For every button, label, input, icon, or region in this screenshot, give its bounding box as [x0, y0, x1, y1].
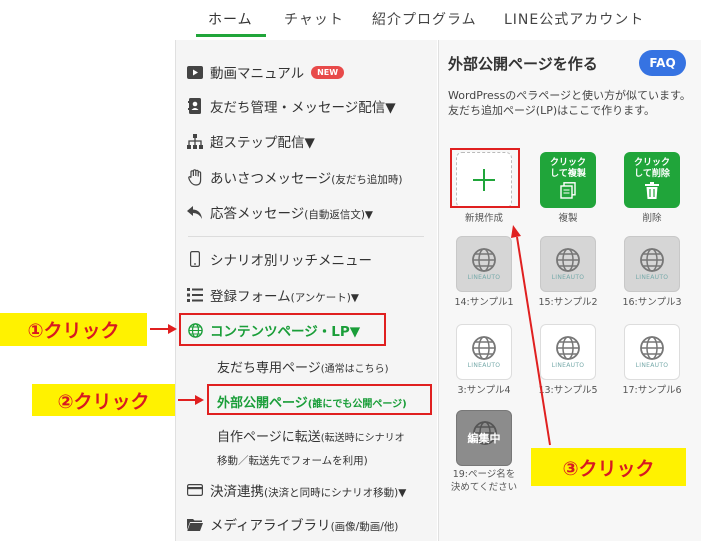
globe-icon — [472, 336, 496, 360]
callout-step1: ①クリック — [0, 313, 147, 346]
page-label: 15:サンプル2 — [538, 297, 598, 308]
trash-icon — [645, 182, 659, 199]
divider — [188, 236, 424, 237]
page-tile-editing[interactable]: 編集中 — [456, 410, 512, 466]
folder-icon — [186, 515, 204, 533]
sidebar-item-registration-form[interactable]: 登録フォーム(アンケート)▼ — [176, 280, 359, 310]
logo-text: LINEAUTO — [467, 274, 501, 281]
sidebar-item-step-delivery[interactable]: 超ステップ配信▼ — [176, 126, 315, 156]
new-badge: NEW — [311, 65, 345, 79]
tab-referral[interactable]: 紹介プログラム — [372, 9, 477, 29]
sidebar-subitem-friends-page[interactable]: 友だち専用ページ(通常はこちら) — [217, 357, 389, 376]
top-nav: ホーム チャット 紹介プログラム LINE公式アカウント — [175, 0, 701, 38]
highlight-new-page — [450, 148, 520, 208]
sidebar-item-friends-management[interactable]: 友だち管理・メッセージ配信▼ — [176, 91, 396, 121]
panel-description: WordPressのぺラページと使い方が似ています。友だち追加ページ(LP)はこ… — [448, 89, 691, 117]
copy-label: 複製 — [558, 213, 578, 224]
list-icon — [186, 286, 204, 304]
sidebar-item-label: メディアライブラリ(画像/動画/他) — [210, 518, 399, 534]
sidebar-item-label: 決済連携(決済と同時にシナリオ移動)▼ — [210, 484, 407, 500]
copy-button[interactable]: クリック して複製 — [540, 152, 596, 208]
logo-text: LINEAUTO — [551, 362, 585, 369]
sidebar: 動画マニュアル NEW 友だち管理・メッセージ配信▼ 超ステップ配信▼ あいさつ… — [175, 40, 437, 541]
active-tab-indicator — [196, 34, 266, 37]
page-label: 19:ページ名を 決めてください — [450, 469, 518, 493]
page-tile[interactable]: LINEAUTO — [540, 236, 596, 292]
delete-label: 削除 — [642, 213, 662, 224]
page-label: 16:サンプル3 — [622, 297, 682, 308]
logo-text: LINEAUTO — [551, 274, 585, 281]
sidebar-item-label: 友だち管理・メッセージ配信▼ — [210, 100, 396, 116]
sidebar-item-greeting[interactable]: あいさつメッセージ(友だち追加時) — [176, 162, 402, 192]
mobile-icon — [186, 250, 204, 268]
page-label: 14:サンプル1 — [454, 297, 514, 308]
sidebar-item-media-library[interactable]: メディアライブラリ(画像/動画/他) — [176, 509, 398, 539]
globe-icon — [640, 336, 664, 360]
highlight-public-page — [207, 384, 432, 415]
logo-text: LINEAUTO — [635, 362, 669, 369]
sidebar-item-payment[interactable]: 決済連携(決済と同時にシナリオ移動)▼ — [176, 475, 406, 505]
video-icon — [186, 63, 204, 81]
sidebar-item-label: 登録フォーム(アンケート)▼ — [210, 289, 359, 305]
globe-icon — [556, 336, 580, 360]
highlight-content-pages — [179, 313, 386, 346]
faq-button[interactable]: FAQ — [639, 50, 686, 76]
panel-title: 外部公開ページを作る — [448, 55, 598, 73]
globe-icon — [640, 248, 664, 272]
sidebar-item-label: シナリオ別リッチメニュー — [210, 253, 372, 269]
copy-icon — [560, 182, 576, 199]
credit-card-icon — [186, 481, 204, 499]
hand-icon — [186, 168, 204, 186]
tab-line-official[interactable]: LINE公式アカウント — [504, 9, 644, 29]
delete-button[interactable]: クリック して削除 — [624, 152, 680, 208]
globe-icon — [556, 248, 580, 272]
sidebar-item-label: 超ステップ配信▼ — [210, 135, 315, 151]
page-tile[interactable]: LINEAUTO — [624, 236, 680, 292]
logo-text: LINEAUTO — [635, 274, 669, 281]
sidebar-subitem-transfer[interactable]: 自作ページに転送(転送時にシナリオ 移動／転送先でフォームを利用) — [217, 427, 405, 472]
page-tile[interactable]: LINEAUTO — [624, 324, 680, 380]
page-label: 17:サンプル6 — [622, 385, 682, 396]
logo-text: LINEAUTO — [467, 362, 501, 369]
page-tile[interactable]: LINEAUTO — [456, 324, 512, 380]
sidebar-item-label: あいさつメッセージ(友だち追加時) — [210, 171, 403, 187]
sidebar-item-video-manual[interactable]: 動画マニュアル NEW — [176, 57, 345, 87]
tab-home[interactable]: ホーム — [208, 9, 253, 29]
page-label: 13:サンプル5 — [538, 385, 598, 396]
globe-icon — [472, 248, 496, 272]
reply-icon — [186, 203, 204, 221]
callout-step2: ②クリック — [32, 384, 175, 416]
sidebar-item-auto-reply[interactable]: 応答メッセージ(自動返信文)▼ — [176, 197, 373, 227]
address-book-icon — [186, 97, 204, 115]
page-tile[interactable]: LINEAUTO — [456, 236, 512, 292]
callout-step3: ③クリック — [531, 448, 686, 486]
sitemap-icon — [186, 132, 204, 150]
page-tile[interactable]: LINEAUTO — [540, 324, 596, 380]
sidebar-item-label: 応答メッセージ(自動返信文)▼ — [210, 206, 374, 222]
sidebar-item-rich-menu[interactable]: シナリオ別リッチメニュー — [176, 244, 372, 274]
sidebar-item-label: 動画マニュアル — [210, 66, 305, 82]
editing-overlay: 編集中 — [467, 432, 501, 445]
new-page-label: 新規作成 — [464, 213, 503, 224]
page-label: 3:サンプル4 — [457, 385, 511, 396]
tab-chat[interactable]: チャット — [284, 9, 344, 29]
